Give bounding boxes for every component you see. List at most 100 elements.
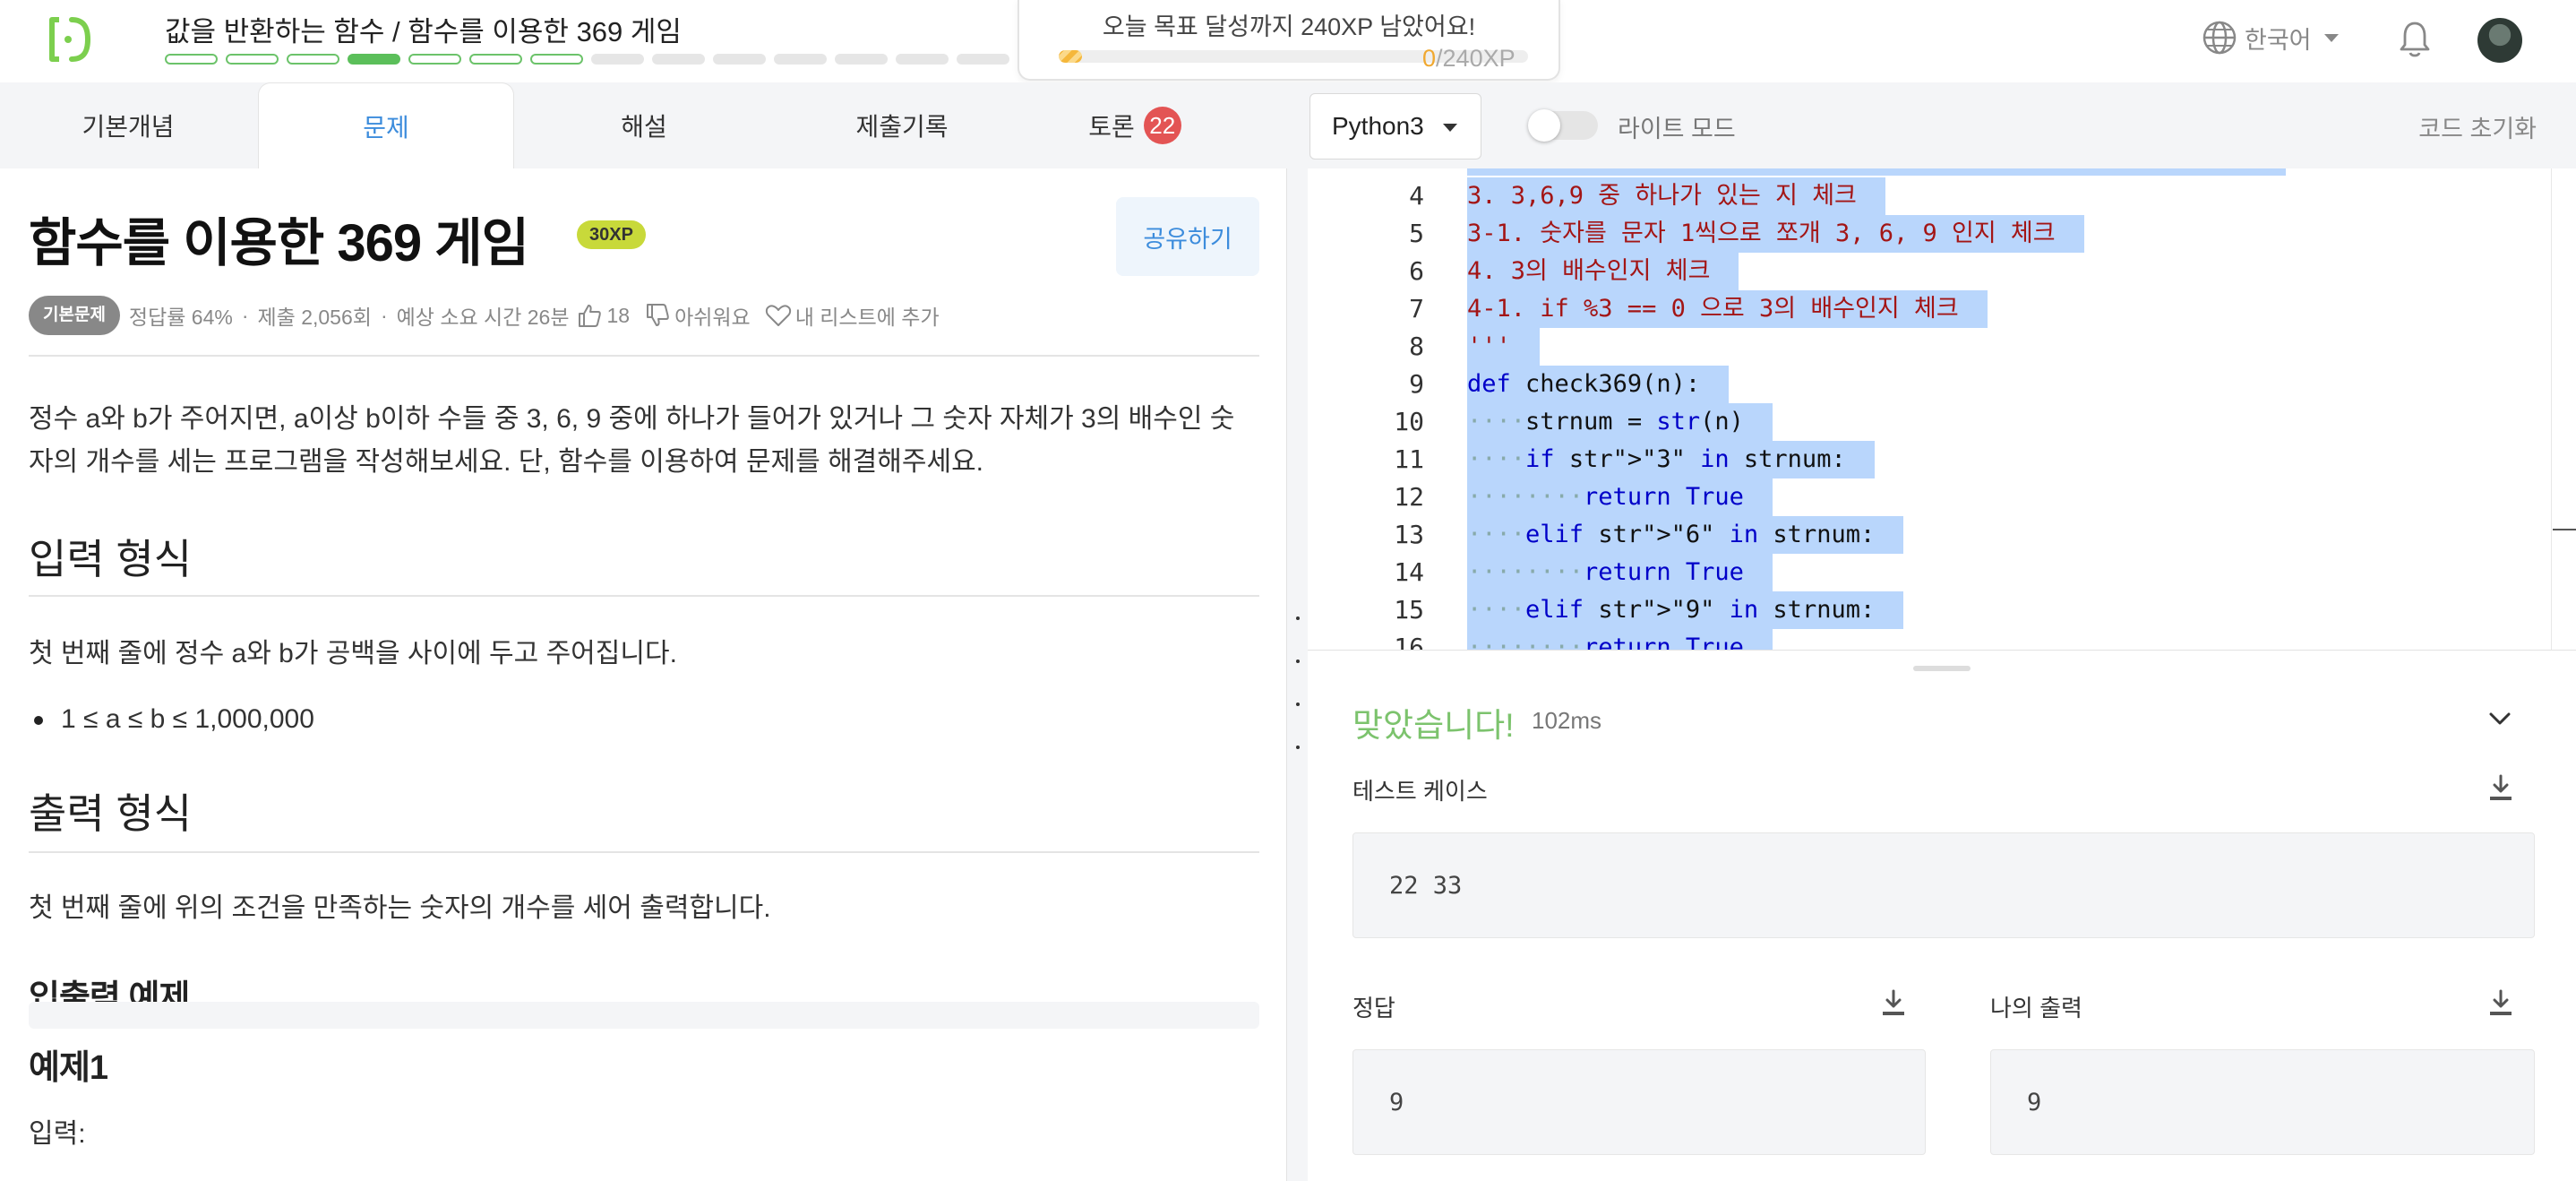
language-selector[interactable]: 한국어 <box>2202 20 2339 56</box>
download-icon[interactable] <box>2486 773 2515 804</box>
code-text: 3-1. 숫자를 문자 1씩으로 쪼개 3, 6, 9 인지 체크 <box>1467 215 2084 253</box>
like-count: 18 <box>606 303 631 327</box>
chevron-down-icon <box>2323 33 2339 42</box>
tab-label: 기본개념 <box>82 113 175 141</box>
progress-segment[interactable] <box>469 54 522 65</box>
code-line[interactable]: 12 ········return True <box>1308 478 2544 516</box>
editor-toolbar: Python3 라이트 모드 코드 초기화 <box>1286 82 2576 168</box>
code-line[interactable]: 4 3. 3,6,9 중 하나가 있는 지 체크 <box>1308 177 2544 215</box>
progress-segment[interactable] <box>530 54 583 65</box>
line-number: 16 <box>1394 633 1424 651</box>
progress-segment[interactable] <box>835 54 888 65</box>
progress-segment[interactable] <box>957 54 1009 65</box>
result-time: 102ms <box>1532 707 1602 734</box>
output-format-text: 첫 번째 줄에 위의 조건을 만족하는 숫자의 개수를 세어 출력합니다. <box>29 893 771 923</box>
heart-icon[interactable] <box>765 302 792 329</box>
divider <box>29 355 1259 357</box>
daily-goal-count: 0/240XP <box>1422 45 1516 73</box>
theme-toggle[interactable] <box>1528 109 1598 142</box>
test-case-input: 22 33 <box>1352 832 2535 938</box>
handle-dot <box>1296 659 1300 663</box>
problem-panel: 함수를 이용한 369 게임 30XP 공유하기 기본문제 정답률 64% · … <box>0 168 1286 1181</box>
problem-description: 정수 a와 b가 주어지면, a이상 b이하 수들 중 3, 6, 9 중에 하… <box>29 398 1274 484</box>
code-line[interactable]: 13 ····elif str">"6" in strnum: <box>1308 516 2544 554</box>
progress-segment[interactable] <box>287 54 339 65</box>
code-line[interactable]: 11 ····if str">"3" in strnum: <box>1308 441 2544 478</box>
separator-dot: · <box>241 303 249 327</box>
code-text: ····elif str">"9" in strnum: <box>1467 591 1904 629</box>
share-button[interactable]: 공유하기 <box>1116 197 1259 276</box>
progress-segment[interactable] <box>226 54 279 65</box>
avatar[interactable] <box>2477 18 2522 63</box>
progress-segment[interactable] <box>408 54 461 65</box>
progress-segment[interactable] <box>348 54 400 65</box>
code-text: ········return True <box>1467 478 1773 516</box>
example-input-box <box>29 1002 1259 1029</box>
code-line[interactable]: 6 4. 3의 배수인지 체크 <box>1308 253 2544 290</box>
line-number: 8 <box>1409 332 1424 361</box>
resize-grip[interactable] <box>1913 666 1971 671</box>
code-text: 3. 3,6,9 중 하나가 있는 지 체크 <box>1467 177 1885 215</box>
line-number: 7 <box>1409 294 1424 323</box>
progress-segment[interactable] <box>591 54 644 65</box>
code-text: 4-1. if %3 == 0 으로 3의 배수인지 체크 <box>1467 290 1988 328</box>
line-number: 15 <box>1394 595 1424 625</box>
globe-icon <box>2202 21 2237 55</box>
my-output-label: 나의 출력 <box>1990 995 2082 1022</box>
bell-icon[interactable] <box>2397 20 2433 59</box>
editor-ruler <box>2551 168 2552 650</box>
code-text: ····elif str">"6" in strnum: <box>1467 516 1904 554</box>
code-text: def check369(n): <box>1467 366 1730 403</box>
description-line: 정수 a와 b가 주어지면, a이상 b이하 수들 중 3, 6, 9 중에 하… <box>29 404 1235 434</box>
code-line[interactable]: 5 3-1. 숫자를 문자 1씩으로 쪼개 3, 6, 9 인지 체크 <box>1308 215 2544 253</box>
handle-dot <box>1296 616 1300 620</box>
tab-solution[interactable]: 해설 <box>516 82 772 168</box>
code-line[interactable]: 8 ''' <box>1308 328 2544 366</box>
tab-concept[interactable]: 기본개념 <box>0 82 256 168</box>
test-case-label: 테스트 케이스 <box>1352 778 1488 805</box>
reset-code-button[interactable]: 코드 초기화 <box>2418 109 2537 144</box>
line-number: 10 <box>1394 407 1424 436</box>
daily-goal-current: 0 <box>1422 45 1437 72</box>
code-editor[interactable]: 4 3. 3,6,9 중 하나가 있는 지 체크 5 3-1. 숫자를 문자 1씩으로… <box>1308 168 2576 651</box>
description-line: 자의 개수를 세는 프로그램을 작성해보세요. 단, 함수를 이용하여 문제를 … <box>29 447 984 477</box>
code-line[interactable]: 9 def check369(n): <box>1308 366 2544 403</box>
download-icon[interactable] <box>2486 988 2515 1019</box>
discussion-count-badge: 22 <box>1143 107 1181 144</box>
top-bar: 값을 반환하는 함수 / 함수를 이용한 369 게임 오늘 목표 달성까지 2… <box>0 0 2576 82</box>
course-title[interactable]: 값을 반환하는 함수 / 함수를 이용한 369 게임 <box>165 9 682 49</box>
chevron-down-icon[interactable] <box>2486 705 2513 732</box>
language-dropdown[interactable]: Python3 <box>1309 93 1481 159</box>
language-dropdown-value: Python3 <box>1332 112 1424 140</box>
tab-discussion[interactable]: 토론 22 <box>1007 82 1263 168</box>
thumbs-up-icon[interactable] <box>576 302 603 329</box>
progress-segment[interactable] <box>165 54 218 65</box>
progress-segment[interactable] <box>774 54 827 65</box>
divider <box>29 595 1259 597</box>
tab-problem[interactable]: 문제 <box>258 82 514 169</box>
progress-segment[interactable] <box>896 54 949 65</box>
code-line[interactable]: 14 ········return True <box>1308 554 2544 591</box>
tab-label: 문제 <box>363 114 409 142</box>
daily-goal-bar-fill <box>1059 50 1083 63</box>
code-line[interactable]: 15 ····elif str">"9" in strnum: <box>1308 591 2544 629</box>
tab-label: 제출기록 <box>855 113 949 141</box>
codeit-logo-icon[interactable] <box>45 16 91 63</box>
code-line[interactable]: 10 ····strnum = str(n) <box>1308 403 2544 441</box>
handle-dot <box>1296 703 1300 706</box>
panel-resize-handle[interactable] <box>1286 168 1308 1181</box>
divider <box>29 851 1259 853</box>
input-format-text: 첫 번째 줄에 정수 a와 b가 공백을 사이에 두고 주어집니다. <box>29 639 677 668</box>
line-number: 6 <box>1409 256 1424 286</box>
thumbs-down-icon[interactable] <box>644 302 671 329</box>
code-text: ········return True <box>1467 629 1773 650</box>
theme-toggle-label: 라이트 모드 <box>1618 116 1736 142</box>
tab-submissions[interactable]: 제출기록 <box>774 82 1030 168</box>
add-to-list-button[interactable]: 내 리스트에 추가 <box>795 300 940 331</box>
dislike-label[interactable]: 아쉬워요 <box>674 300 751 331</box>
progress-segment[interactable] <box>652 54 705 65</box>
code-line[interactable]: 16 ········return True <box>1308 629 2544 651</box>
download-icon[interactable] <box>1879 988 1908 1019</box>
progress-segment[interactable] <box>713 54 766 65</box>
code-line[interactable]: 7 4-1. if %3 == 0 으로 3의 배수인지 체크 <box>1308 290 2544 328</box>
